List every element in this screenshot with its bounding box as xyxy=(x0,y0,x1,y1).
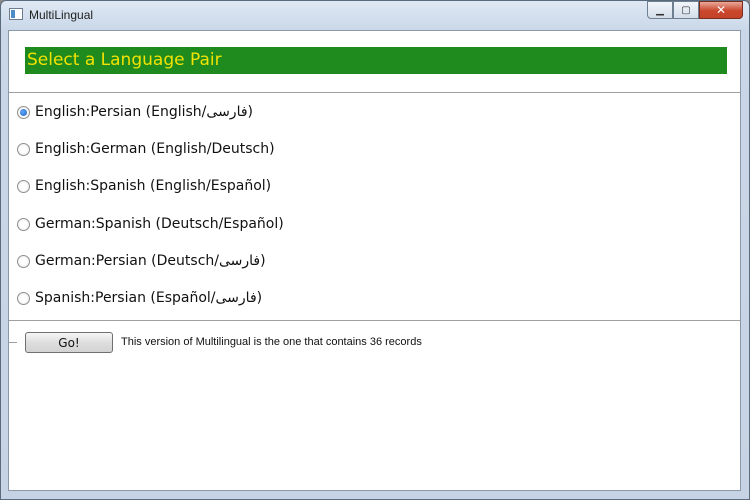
radio-label: English:Persian (English/فارسی) xyxy=(35,104,253,120)
radio-option-english-spanish[interactable]: English:Spanish (English/Español) xyxy=(17,175,271,197)
caption-buttons: ▁ ▢ ✕ xyxy=(647,1,743,21)
radio-label: German:Spanish (Deutsch/Español) xyxy=(35,216,284,232)
divider-tick xyxy=(9,342,17,343)
radio-button-checked[interactable] xyxy=(17,105,30,119)
radio-option-english-persian[interactable]: English:Persian (English/فارسی) xyxy=(17,101,253,123)
divider xyxy=(9,92,740,93)
radio-label: English:German (English/Deutsch) xyxy=(35,141,275,157)
app-window-icon[interactable] xyxy=(9,8,23,20)
radio-button[interactable] xyxy=(17,217,30,231)
radio-label: English:Spanish (English/Español) xyxy=(35,178,272,194)
radio-label: German:Persian (Deutsch/فارسی) xyxy=(35,253,266,269)
radio-option-english-german[interactable]: English:German (English/Deutsch) xyxy=(17,138,275,160)
radio-option-spanish-persian[interactable]: Spanish:Persian (Español/فارسی) xyxy=(17,287,262,309)
radio-option-german-spanish[interactable]: German:Spanish (Deutsch/Español) xyxy=(17,213,284,235)
radio-button[interactable] xyxy=(17,254,30,268)
radio-option-german-persian[interactable]: German:Persian (Deutsch/فارسی) xyxy=(17,250,266,272)
page-title-banner: Select a Language Pair xyxy=(25,47,727,74)
client-area: Select a Language Pair English:Persian (… xyxy=(8,30,741,491)
radio-button[interactable] xyxy=(17,142,30,156)
divider xyxy=(9,320,740,321)
radio-button[interactable] xyxy=(17,179,30,193)
status-text: This version of Multilingual is the one … xyxy=(121,336,422,348)
maximize-button[interactable]: ▢ xyxy=(673,1,699,19)
radio-label: Spanish:Persian (Español/فارسی) xyxy=(35,290,263,306)
radio-button[interactable] xyxy=(17,291,30,305)
minimize-button[interactable]: ▁ xyxy=(647,1,673,19)
close-button[interactable]: ✕ xyxy=(699,1,743,19)
go-button[interactable]: Go! xyxy=(25,332,113,353)
app-window: MultiLingual ▁ ▢ ✕ Select a Language Pai… xyxy=(0,0,750,500)
window-title: MultiLingual xyxy=(29,8,94,22)
title-bar[interactable]: MultiLingual ▁ ▢ ✕ xyxy=(1,1,749,29)
page-title: Select a Language Pair xyxy=(27,50,222,70)
